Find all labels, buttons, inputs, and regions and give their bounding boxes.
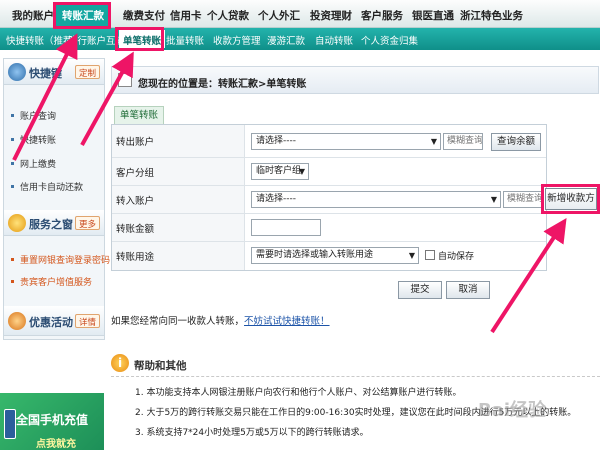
arrow-to-single-transfer bbox=[80, 51, 134, 146]
arrow-to-transfer-tab bbox=[12, 33, 78, 161]
annotation-arrows bbox=[12, 33, 567, 334]
arrow-to-add-payee bbox=[490, 217, 567, 334]
bank-transfer-page: 我的账户 转账汇款 缴费支付 信用卡 个人贷款 个人外汇 投资理财 客户服务 银… bbox=[0, 0, 600, 450]
